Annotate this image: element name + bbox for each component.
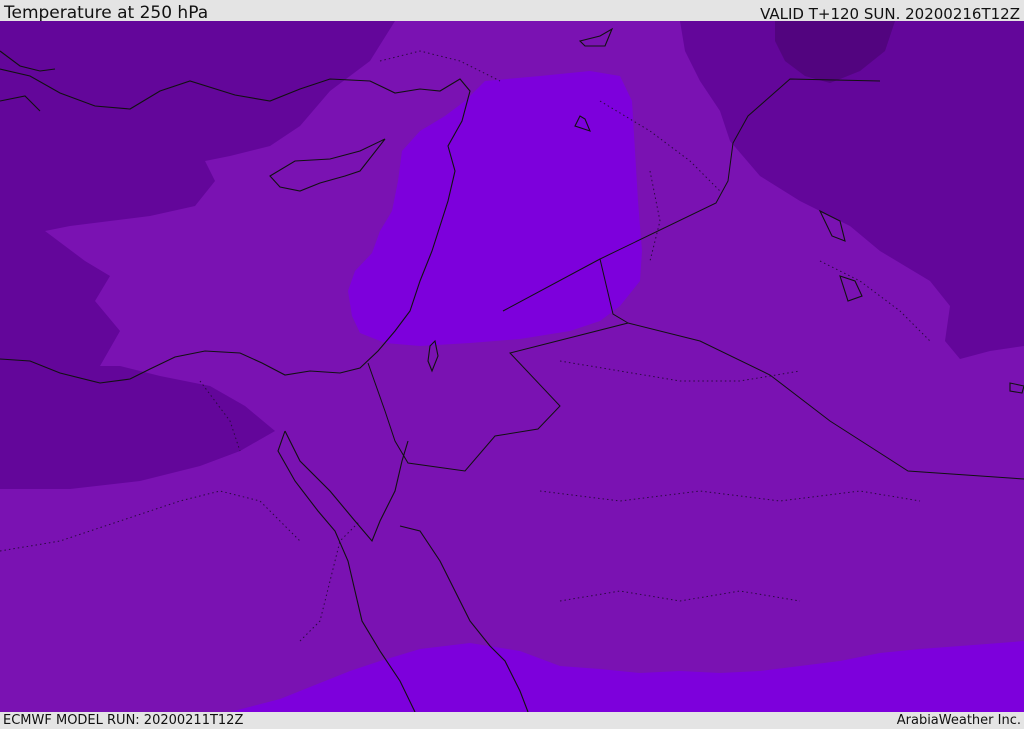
weather-map[interactable] <box>0 21 1024 712</box>
brand-label: ArabiaWeather Inc. <box>896 713 1021 728</box>
model-run-label: ECMWF MODEL RUN: 20200211T12Z <box>3 713 244 728</box>
map-title: Temperature at 250 hPa <box>4 3 209 23</box>
temperature-map-svg <box>0 21 1024 712</box>
footer-bar: ECMWF MODEL RUN: 20200211T12Z ArabiaWeat… <box>0 712 1024 729</box>
header-bar: Temperature at 250 hPa VALID T+120 SUN. … <box>0 0 1024 23</box>
